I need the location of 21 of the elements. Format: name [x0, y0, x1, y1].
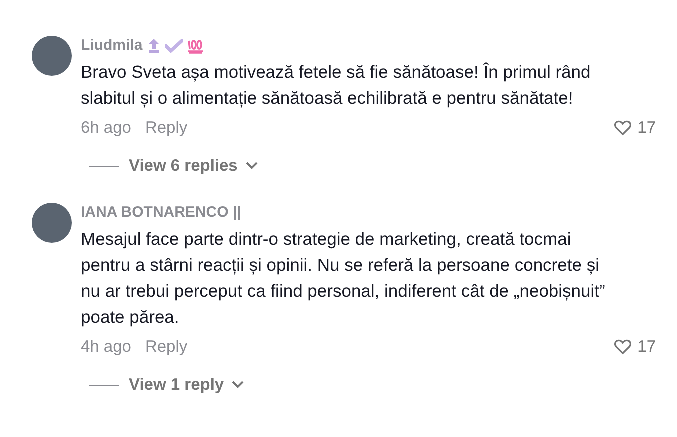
comment-time: 4h ago: [81, 336, 132, 358]
view-replies-button[interactable]: View 1 reply: [129, 372, 244, 398]
like-count: 17: [638, 336, 656, 358]
author-name[interactable]: IANA BOTNARENCO ||: [81, 202, 242, 223]
comment-time: 6h ago: [81, 118, 132, 139]
reply-button[interactable]: Reply: [145, 116, 188, 140]
heart-icon[interactable]: [614, 338, 632, 355]
comment-text: Mesajul face parte dintr-o strategie de marketing, creată tocmai pentru a stârni reacții și opinii. Nu se referă la persoane concrete și nu ar trebui perceput ca fiind personal, indiferent cât de „neobișnuit” poate părea.: [81, 228, 606, 329]
comment-text: Bravo Sveta așa motivează fetele să fie sănătoase! În primul rând slabitul și o alimentație sănătoasă echilibrată e pentru sănătate!: [81, 61, 592, 110]
author-name[interactable]: Liudmila: [81, 36, 143, 56]
reply-button[interactable]: Reply: [145, 334, 188, 359]
check-badge-icon: [164, 39, 183, 53]
heart-icon[interactable]: [614, 120, 632, 136]
chevron-down-icon[interactable]: [232, 381, 244, 390]
avatar-placeholder[interactable]: [32, 202, 72, 243]
chevron-down-icon[interactable]: [246, 162, 258, 170]
like-count: 17: [638, 118, 656, 139]
avatar-placeholder[interactable]: [32, 36, 72, 76]
view-replies-button[interactable]: View 6 replies: [129, 154, 258, 179]
hundred-points-icon: [186, 38, 204, 54]
top-badge-icon: [146, 38, 161, 54]
